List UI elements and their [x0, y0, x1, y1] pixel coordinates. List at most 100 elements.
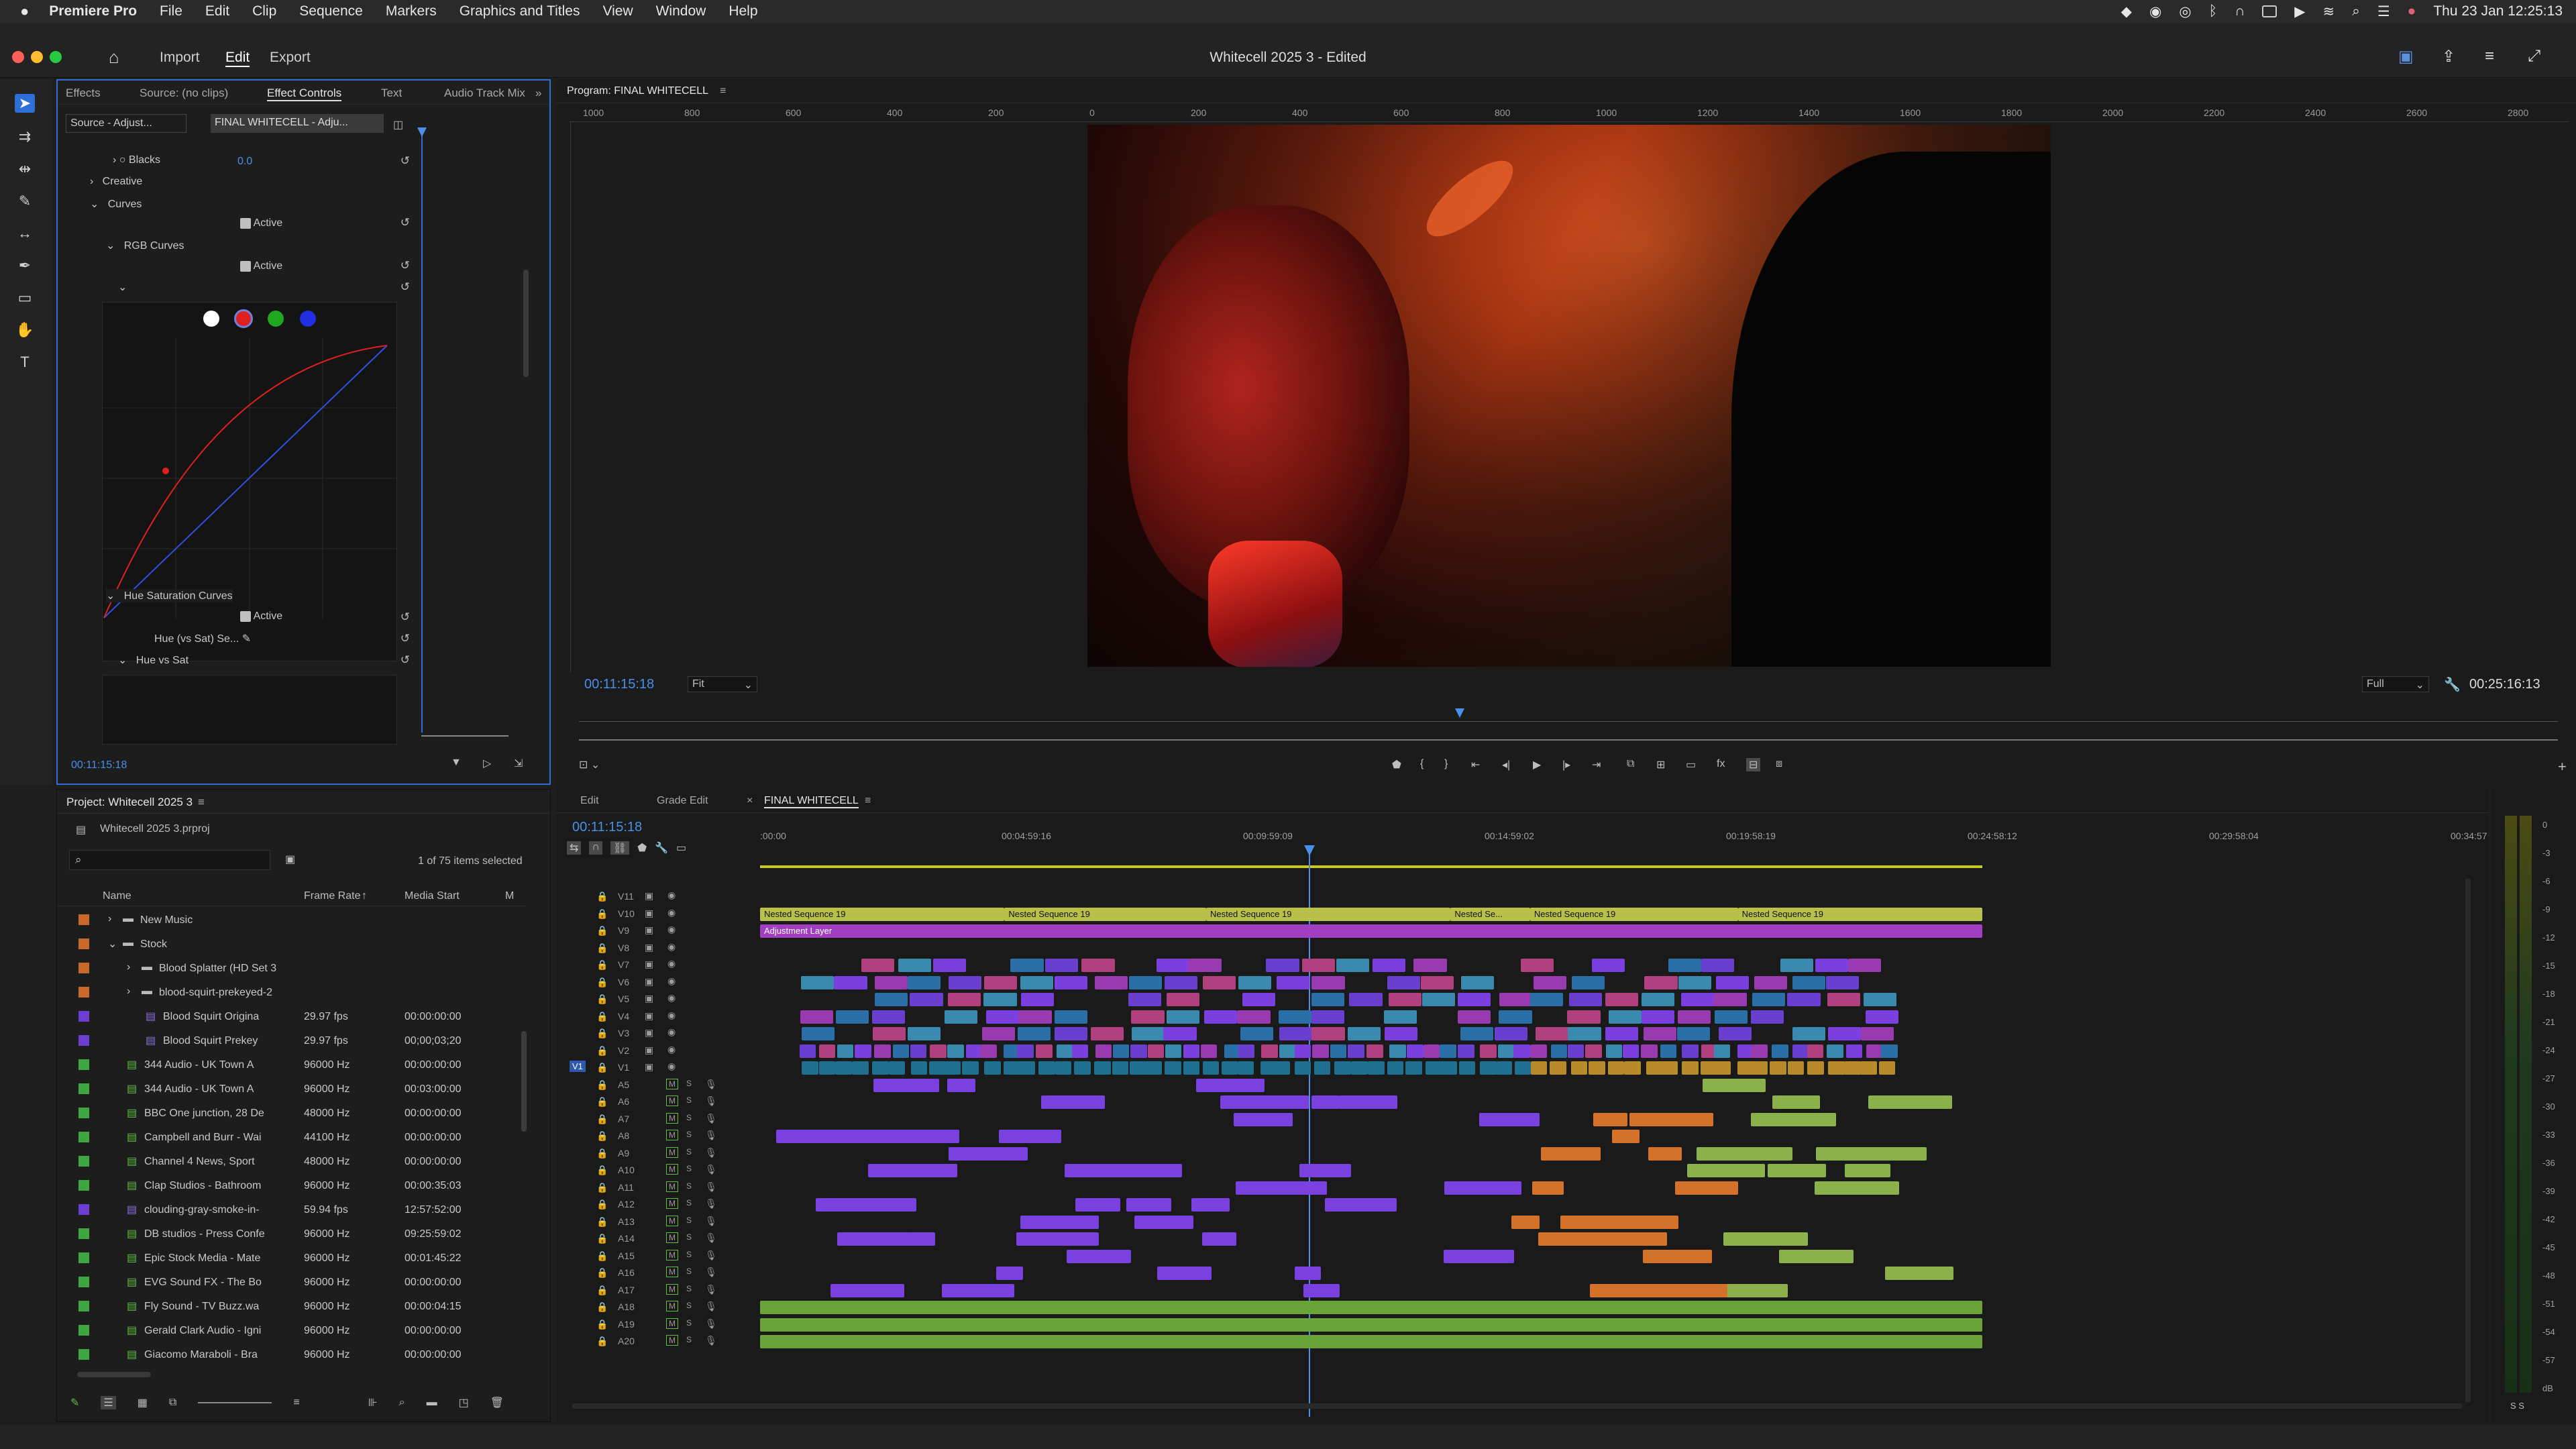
step-forward-icon[interactable]: |▸: [1562, 758, 1570, 771]
audio-clip[interactable]: [1768, 1164, 1825, 1177]
video-clip[interactable]: [1165, 976, 1197, 989]
video-clip[interactable]: [984, 976, 1017, 989]
reset-icon[interactable]: ↺: [400, 280, 410, 294]
program-timecode[interactable]: 00:11:15:18: [584, 677, 654, 692]
solo-button[interactable]: S: [686, 1318, 692, 1328]
eye-icon[interactable]: ◉: [667, 890, 676, 901]
fit-dropdown[interactable]: Fit ⌄: [688, 676, 757, 692]
menu-file[interactable]: File: [160, 3, 182, 19]
audio-clip[interactable]: [837, 1232, 911, 1246]
reset-icon[interactable]: ↺: [400, 216, 410, 229]
expand-icon[interactable]: ›: [108, 913, 111, 925]
video-clip[interactable]: [802, 1061, 818, 1075]
video-clip[interactable]: [1055, 1061, 1072, 1075]
app-name[interactable]: Premiere Pro: [49, 3, 137, 19]
mic-icon[interactable]: 🎙: [705, 1130, 717, 1141]
video-clip[interactable]: [1312, 1044, 1329, 1058]
video-clip[interactable]: [1148, 1044, 1165, 1058]
video-clip[interactable]: [1095, 976, 1128, 989]
audio-clip[interactable]: [1474, 1250, 1514, 1263]
mute-button[interactable]: M: [666, 1164, 678, 1175]
project-item[interactable]: ▤ Channel 4 News, Sport 48000 Hz 00:00:00:0…: [57, 1150, 520, 1173]
audio-clip[interactable]: [1365, 1198, 1395, 1212]
solo-button[interactable]: S: [686, 1216, 692, 1225]
video-clip[interactable]: [1815, 959, 1848, 972]
video-clip[interactable]: [1074, 1061, 1091, 1075]
quality-dropdown[interactable]: Full ⌄: [2362, 676, 2429, 692]
video-clip[interactable]: [1407, 1044, 1424, 1058]
pen-tool-icon[interactable]: ✒: [15, 256, 35, 275]
audio-clip[interactable]: [1729, 1147, 1770, 1161]
add-marker-icon[interactable]: ⬟: [637, 841, 647, 855]
project-item[interactable]: ▤ Giacomo Maraboli - Bra 96000 Hz 00:00:00:…: [57, 1344, 520, 1366]
video-clip[interactable]: [1551, 1044, 1568, 1058]
eye-icon[interactable]: ◉: [667, 1061, 676, 1072]
project-item[interactable]: ▤ Blood Squirt Origina 29.97 fps 00:00:00:0…: [57, 1006, 520, 1028]
video-clip[interactable]: [1021, 993, 1054, 1006]
video-clip[interactable]: [1550, 1061, 1566, 1075]
video-clip[interactable]: [1421, 976, 1454, 989]
video-clip[interactable]: [1585, 1044, 1602, 1058]
fx-toggle-icon[interactable]: fx: [1717, 758, 1725, 770]
lock-icon[interactable]: 🔒: [596, 1045, 608, 1057]
track-name[interactable]: A6: [618, 1096, 629, 1107]
video-clip[interactable]: [1827, 1044, 1843, 1058]
video-clip[interactable]: [1592, 959, 1625, 972]
track-name[interactable]: V9: [618, 925, 629, 936]
find-icon[interactable]: ⌕: [399, 1397, 405, 1409]
display-icon[interactable]: [2262, 5, 2277, 17]
video-clip[interactable]: [1848, 959, 1881, 972]
audio-clip[interactable]: [1299, 1164, 1352, 1177]
video-clip[interactable]: [1330, 1044, 1347, 1058]
project-item[interactable]: › ▬ New Music: [57, 909, 520, 932]
adjustment-layer-clip[interactable]: Adjustment Layer: [760, 924, 1982, 938]
tab-grade-edit[interactable]: Grade Edit: [657, 795, 708, 807]
label-color-swatch[interactable]: [78, 1156, 89, 1167]
video-clip[interactable]: [1188, 959, 1221, 972]
column-frame-rate[interactable]: Frame Rate: [304, 890, 360, 902]
video-clip[interactable]: [1349, 993, 1382, 1006]
video-clip[interactable]: [1792, 1027, 1825, 1040]
label-color-swatch[interactable]: [78, 914, 89, 925]
nested-sequence-clip[interactable]: Nested Sequence 19: [1206, 908, 1450, 921]
share-icon[interactable]: ⇪: [2442, 47, 2455, 66]
video-clip[interactable]: [1385, 1027, 1417, 1040]
track-name[interactable]: V7: [618, 959, 629, 970]
mute-button[interactable]: M: [666, 1284, 678, 1295]
video-clip[interactable]: [930, 1044, 947, 1058]
video-clip[interactable]: [1499, 993, 1532, 1006]
video-clip[interactable]: [801, 976, 834, 989]
lock-icon[interactable]: 🔒: [596, 1182, 608, 1193]
eye-icon[interactable]: ◉: [667, 924, 676, 935]
video-clip[interactable]: [908, 976, 941, 989]
label-color-swatch[interactable]: [78, 1252, 89, 1263]
video-clip[interactable]: [1238, 976, 1271, 989]
video-clip[interactable]: [872, 1061, 889, 1075]
project-title[interactable]: Project: Whitecell 2025 3: [66, 796, 193, 809]
audio-clip[interactable]: [1643, 1250, 1710, 1263]
audio-clip[interactable]: [1675, 1181, 1738, 1195]
solo-button[interactable]: S: [686, 1113, 692, 1122]
project-item[interactable]: ▤ 344 Audio - UK Town A 96000 Hz 00:00:00:0…: [57, 1054, 520, 1077]
timeline-vscrollbar[interactable]: [2465, 879, 2471, 1402]
video-clip[interactable]: [1642, 993, 1674, 1006]
sort-icon[interactable]: ≡: [293, 1397, 299, 1409]
column-m[interactable]: M: [505, 890, 514, 902]
nested-sequence-clip[interactable]: Nested Se...: [1450, 908, 1529, 921]
menu-markers[interactable]: Markers: [386, 3, 437, 19]
video-clip[interactable]: [1387, 976, 1420, 989]
audio-clip[interactable]: [1532, 1181, 1563, 1195]
video-clip[interactable]: [1261, 1044, 1278, 1058]
lock-icon[interactable]: 🔒: [596, 1148, 608, 1159]
audio-clip[interactable]: [1779, 1250, 1827, 1263]
mute-button[interactable]: M: [666, 1267, 678, 1277]
video-clip[interactable]: [872, 1010, 905, 1024]
video-clip[interactable]: [1668, 959, 1701, 972]
track-name[interactable]: A16: [618, 1267, 635, 1278]
hue-vs-sat-graph[interactable]: [102, 675, 397, 745]
audio-clip[interactable]: [1479, 1113, 1540, 1126]
video-clip[interactable]: [1183, 1061, 1200, 1075]
project-item[interactable]: › ▬ Blood Splatter (HD Set 3: [57, 957, 520, 980]
video-clip[interactable]: [1351, 1061, 1368, 1075]
video-clip[interactable]: [1701, 959, 1734, 972]
